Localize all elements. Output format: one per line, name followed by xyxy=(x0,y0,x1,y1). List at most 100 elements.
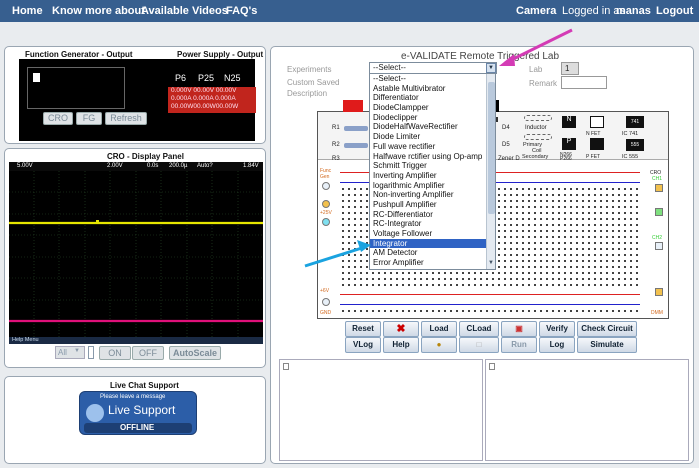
help-menu[interactable]: Help Menu xyxy=(9,337,263,344)
nav-home[interactable]: Home xyxy=(12,5,43,17)
secondary-label: Secondary xyxy=(522,154,549,160)
lock-icon[interactable]: ● xyxy=(421,337,457,353)
n-fet-icon[interactable] xyxy=(590,116,604,128)
remark-label: Remark xyxy=(529,79,558,88)
dropdown-option[interactable]: Inverting Amplifier xyxy=(370,171,495,181)
run-button[interactable]: Run xyxy=(501,337,537,353)
off-button[interactable]: OFF xyxy=(132,346,164,360)
cro-title: CRO - Display Panel xyxy=(107,152,184,161)
autoscale-button[interactable]: AutoScale xyxy=(169,346,221,360)
log-button[interactable]: Log xyxy=(539,337,575,353)
save-icon[interactable]: ▣ xyxy=(501,321,537,337)
dropdown-option[interactable]: Full wave rectifier xyxy=(370,142,495,152)
file-icon xyxy=(283,363,289,370)
fg-button[interactable]: FG xyxy=(76,112,102,125)
cro-button[interactable]: CRO xyxy=(43,112,73,125)
terminal[interactable] xyxy=(322,182,330,190)
gnd-label: GND xyxy=(320,310,332,316)
live-support-text: Live Support xyxy=(108,403,176,417)
ic-741-icon[interactable]: 741 xyxy=(626,116,644,128)
dropdown-option[interactable]: Differentiator xyxy=(370,93,495,103)
terminal[interactable] xyxy=(655,288,663,296)
terminal[interactable] xyxy=(322,200,330,208)
cro-readout: 5.00V xyxy=(17,163,33,169)
terminal[interactable] xyxy=(655,208,663,216)
nav-know-more[interactable]: Know more about xyxy=(52,5,145,17)
chevron-down-icon[interactable]: ▼ xyxy=(487,260,495,268)
scrollbar-thumb[interactable] xyxy=(488,82,495,214)
terminal[interactable] xyxy=(655,242,663,250)
nav-videos[interactable]: Available Videos xyxy=(141,5,228,17)
dropdown-option[interactable]: DiodeClampper xyxy=(370,103,495,113)
description-label: Description xyxy=(287,89,328,98)
cro-panel: CRO - Display Panel 5.00V 2.00V 0.0s 200… xyxy=(4,148,266,368)
nav-logout[interactable]: Logout xyxy=(656,5,693,17)
copy-icon[interactable]: □ xyxy=(459,337,499,353)
ps-title: Power Supply - Output xyxy=(177,50,264,59)
load-button[interactable]: Load xyxy=(421,321,457,337)
cro-readout: Auto? xyxy=(197,163,213,169)
remark-input[interactable] xyxy=(561,76,607,89)
dropdown-option[interactable]: DiodeHalfWaveRectifier xyxy=(370,122,495,132)
nav-camera[interactable]: Camera xyxy=(516,5,556,17)
reset-button[interactable]: Reset xyxy=(345,321,381,337)
simulate-button[interactable]: Simulate xyxy=(577,337,637,353)
lab-label: Lab xyxy=(529,65,543,74)
output-box-left xyxy=(279,359,483,461)
dropdown-option[interactable]: Halfwave rctifier using Op-amp xyxy=(370,152,495,162)
dropdown-option[interactable]: Pushpull Amplifier xyxy=(370,200,495,210)
chevron-down-icon[interactable]: ▼ xyxy=(486,63,496,73)
transformer-icon[interactable] xyxy=(524,134,552,140)
refresh-button[interactable]: Refresh xyxy=(105,112,147,125)
dropdown-option[interactable]: Non-inverting Amplifier xyxy=(370,190,495,200)
experiments-dropdown-list[interactable]: --Select-- Astable Multivibrator Different… xyxy=(369,73,496,270)
chevron-down-icon: ▼ xyxy=(74,348,80,354)
dropdown-option[interactable]: Error Amplifier xyxy=(370,258,495,268)
dropdown-option[interactable]: Integrator xyxy=(370,238,495,249)
experiments-label: Experiments xyxy=(287,65,332,74)
terminal[interactable] xyxy=(322,298,330,306)
live-chat-title: Live Chat Support xyxy=(110,381,179,390)
pnp-transistor-icon[interactable]: P xyxy=(562,138,576,150)
resistor-icon[interactable] xyxy=(344,126,368,131)
check-circuit-button[interactable]: Check Circuit xyxy=(577,321,637,337)
custom-saved-label: Custom Saved xyxy=(287,78,340,87)
ps-watt: 00.00W xyxy=(215,103,239,110)
dropdown-option[interactable]: Schmitt Trigger xyxy=(370,161,495,171)
dmm-label: DMM xyxy=(651,310,663,316)
vlog-button[interactable]: VLog xyxy=(345,337,381,353)
npn-transistor-icon[interactable]: N xyxy=(562,116,576,128)
dropdown-option[interactable]: Diodeclipper xyxy=(370,113,495,123)
nav-faq[interactable]: FAQ's xyxy=(226,5,257,17)
rail-red xyxy=(340,294,640,295)
breadboard-holes xyxy=(340,308,640,314)
cro-readout: 0.0s xyxy=(147,163,159,169)
ps-amp: 0.000A xyxy=(193,95,214,102)
cload-button[interactable]: CLoad xyxy=(459,321,499,337)
terminal[interactable] xyxy=(655,184,663,192)
dropdown-option[interactable]: logarithmic Amplifier xyxy=(370,181,495,191)
terminal[interactable] xyxy=(322,218,330,226)
dropdown-option[interactable]: Voltage Follower xyxy=(370,229,495,239)
verify-button[interactable]: Verify xyxy=(539,321,575,337)
help-button[interactable]: Help xyxy=(383,337,419,353)
dropdown-option[interactable]: --Select-- xyxy=(370,74,495,84)
p-fet-icon[interactable] xyxy=(590,138,604,150)
dropdown-scrollbar[interactable]: ▼ xyxy=(486,74,495,269)
inductor-coil-icon[interactable] xyxy=(524,115,552,121)
dropdown-option[interactable]: Astable Multivibrator xyxy=(370,84,495,94)
dropdown-option[interactable]: Diode Limiter xyxy=(370,132,495,142)
dropdown-option[interactable]: RC-Differentiator xyxy=(370,210,495,220)
on-button[interactable]: ON xyxy=(99,346,131,360)
resistor-label: R1 xyxy=(332,125,340,131)
ic-555-icon[interactable]: 555 xyxy=(626,139,644,151)
plus25v-label: +25V xyxy=(320,210,332,216)
delete-icon[interactable]: ✖ xyxy=(383,321,419,337)
dropdown-option[interactable]: RC-Integrator xyxy=(370,219,495,229)
leave-message-text: Please leave a message xyxy=(100,394,166,400)
dropdown-option[interactable]: AM Detector xyxy=(370,248,495,258)
lab-number: 1 xyxy=(561,62,579,75)
live-support-badge[interactable]: Please leave a message Live Support OFFL… xyxy=(79,391,197,435)
resistor-icon[interactable] xyxy=(344,143,368,148)
cro-readout: 2.00V xyxy=(107,163,123,169)
